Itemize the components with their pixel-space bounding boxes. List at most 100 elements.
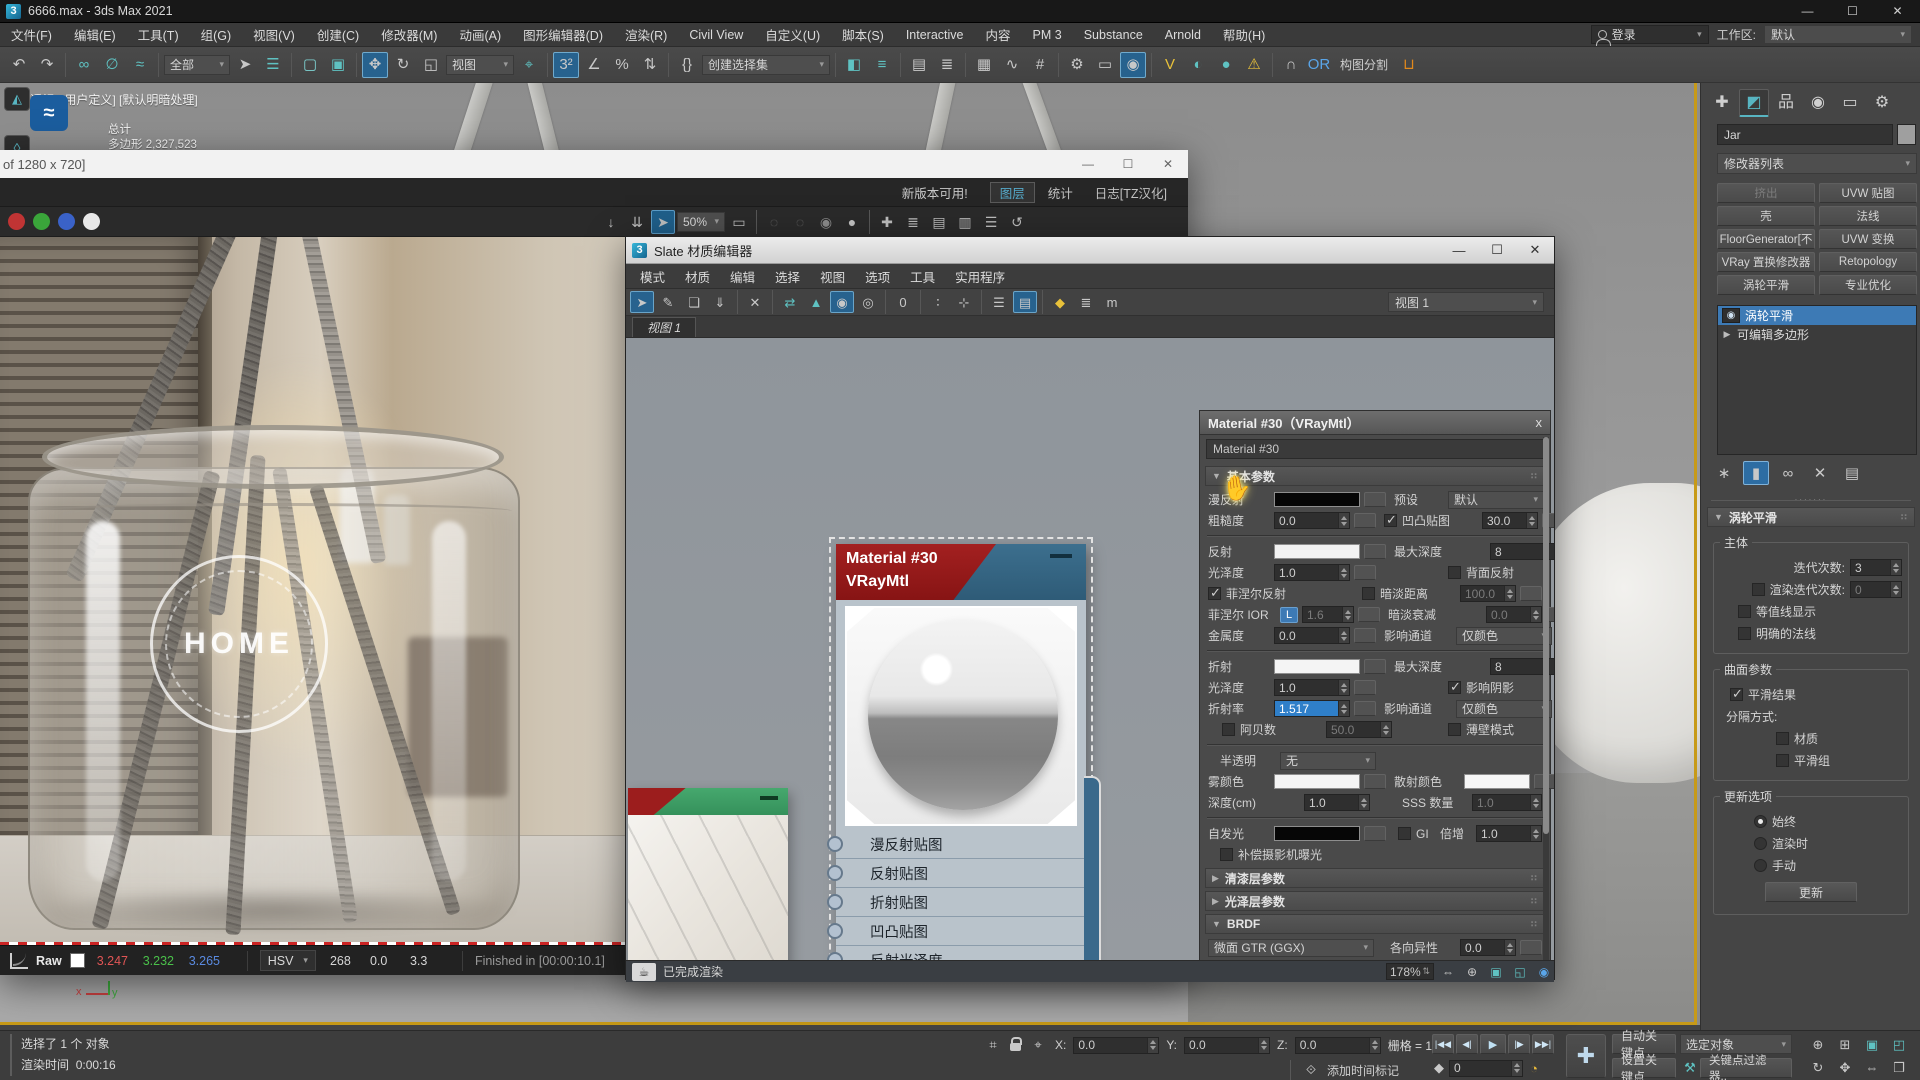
rollout-open-基本参数[interactable]: ▼基本参数∷ (1205, 466, 1545, 486)
color-space-dropdown[interactable]: HSV ▾ (260, 950, 316, 971)
warning-icon[interactable]: ⚠ (1241, 52, 1267, 78)
auto-update-all-icon[interactable]: ◎ (856, 291, 880, 313)
me-view-dropdown[interactable]: 视图 1 ▾ (1388, 292, 1544, 312)
modifier-button-5[interactable]: UVW 变换 (1819, 229, 1917, 249)
menu-item-12[interactable]: 脚本(S) (831, 23, 895, 46)
checkbox-group[interactable]: 背面反射 (1448, 564, 1542, 581)
window-crossing-icon[interactable]: ▣ (325, 52, 351, 78)
dropdown[interactable]: 仅颜色▾ (1456, 627, 1552, 645)
modifier-button-9[interactable]: 专业优化 (1819, 275, 1917, 295)
composition-split-button[interactable]: 构图分割 (1334, 56, 1394, 73)
node-slot-0[interactable]: 漫反射贴图 (836, 830, 1086, 859)
parameter-panel-header[interactable]: Material #30（VRayMtl） x (1200, 411, 1550, 435)
rendered-frame-window-icon[interactable]: ▭ (1092, 52, 1118, 78)
snaps-toggle-icon[interactable]: 3² (553, 52, 579, 78)
pin-stack-icon[interactable]: ∗ (1711, 461, 1737, 485)
hide-unused-slots-icon[interactable]: ☰ (987, 291, 1011, 313)
blue-channel-icon[interactable] (58, 213, 75, 230)
slot-connector-icon[interactable] (827, 894, 843, 910)
stamp-icon[interactable]: ▤ (927, 210, 951, 234)
vfb-title-bar[interactable]: of 1280 x 720] — ☐ ✕ (0, 150, 1188, 178)
maximize-button[interactable]: ☐ (1478, 237, 1516, 263)
checkbox-group[interactable]: 阿贝数 (1222, 721, 1322, 738)
modifier-button-7[interactable]: Retopology (1819, 252, 1917, 272)
update-button[interactable]: 更新 (1765, 882, 1857, 902)
next-frame-button[interactable]: |▶ (1508, 1034, 1530, 1054)
layout-vertical-icon[interactable]: ∶ (926, 291, 950, 313)
lock-ior-button[interactable]: L (1280, 607, 1298, 623)
node-slot-3[interactable]: 凹凸贴图 (836, 917, 1086, 946)
visibility-eye-icon[interactable]: ◉ (1722, 308, 1740, 323)
or-badge-icon[interactable]: OR (1306, 52, 1332, 78)
move-children-icon[interactable]: ⇄ (778, 291, 802, 313)
node-slot-4[interactable]: 反射光泽度. (836, 946, 1086, 960)
map-slot-button[interactable] (1354, 513, 1376, 528)
play-button[interactable]: ▶ (1480, 1034, 1506, 1054)
map-slot-button[interactable] (1364, 826, 1386, 841)
walk-through-icon[interactable]: ✥ (1833, 1057, 1857, 1077)
stack-item-0[interactable]: ◉涡轮平滑 (1718, 306, 1916, 325)
put-to-library-icon[interactable]: ❏ (682, 291, 706, 313)
login-dropdown[interactable]: 登录 ▾ (1591, 25, 1709, 44)
print-icon[interactable]: ▥ (953, 210, 977, 234)
value-spinner[interactable]: 1.0 (1274, 564, 1350, 581)
viewport-plugin-icon[interactable]: ◭ (4, 87, 30, 111)
render-iterative-icon[interactable]: ◐ (1185, 52, 1211, 78)
map-slot-button[interactable] (1520, 940, 1542, 955)
zoom-extents-icon[interactable]: ▣ (1860, 1034, 1884, 1054)
checkbox-group[interactable]: 暗淡距离 (1362, 585, 1456, 602)
menu-item-3[interactable]: 组(G) (190, 23, 243, 46)
value-spinner[interactable]: 0.0 (1274, 512, 1350, 529)
spinner-snap-icon[interactable]: ⇅ (637, 52, 663, 78)
reference-coordinate-dropdown[interactable]: 视图▾ (446, 55, 514, 75)
selection-set-dropdown[interactable]: 选定对象▾ (1680, 1034, 1792, 1054)
time-configuration-icon[interactable]: ◔ (1526, 1058, 1542, 1078)
red-channel-icon[interactable] (8, 213, 25, 230)
maximize-button[interactable]: ☐ (1108, 150, 1148, 178)
value-spinner[interactable]: 50.0 (1326, 721, 1392, 738)
selection-lock-icon[interactable] (1010, 1043, 1021, 1051)
add-time-tag[interactable]: 添加时间标记 (1327, 1062, 1399, 1079)
panel-scrollbar[interactable] (1543, 437, 1549, 960)
title-bar[interactable]: 3 6666.max - 3ds Max 2021 — ☐ ✕ (0, 0, 1920, 23)
align-icon[interactable]: ≡ (869, 52, 895, 78)
map-slot-button[interactable] (1354, 565, 1376, 580)
value-spinner[interactable]: 100.0 (1460, 585, 1516, 602)
render-last-icon[interactable]: ◉ (814, 210, 838, 234)
vfb-tab-2[interactable]: 日志[TZ汉化] (1086, 182, 1176, 203)
render-iterations-field[interactable]: 0 (1850, 581, 1902, 598)
show-controllers-icon[interactable]: 0 (891, 291, 915, 313)
update-preview-icon[interactable]: ▲ (804, 291, 828, 313)
collapse-node-icon[interactable] (760, 796, 778, 800)
menu-item-4[interactable]: 视图(V) (242, 23, 306, 46)
map-slot-button[interactable] (1364, 774, 1386, 789)
set-key-button[interactable]: 设置关键点 (1612, 1058, 1676, 1078)
save-all-channels-icon[interactable]: ⇊ (625, 210, 649, 234)
modifier-button-1[interactable]: UVW 贴图 (1819, 183, 1917, 203)
save-image-icon[interactable]: ↓ (599, 210, 623, 234)
vfb-tab-0[interactable]: 图层 (990, 182, 1035, 203)
render-iterations-checkbox[interactable] (1752, 583, 1765, 596)
collapse-node-icon[interactable] (1050, 554, 1072, 558)
select-and-rotate-icon[interactable]: ↻ (390, 52, 416, 78)
by-material-checkbox[interactable] (1776, 732, 1789, 745)
material-navigator-icon[interactable]: ▤ (1013, 291, 1037, 313)
material-node-header[interactable]: Material #30 VRayMtl (836, 544, 1086, 600)
me-menu-item-0[interactable]: 模式 (630, 264, 675, 288)
texture-map-node[interactable] (628, 788, 788, 960)
tab-hierarchy[interactable]: 品 (1771, 89, 1801, 117)
map-slot-button[interactable] (1354, 628, 1376, 643)
x-coordinate-field[interactable]: 0.0 (1073, 1037, 1159, 1054)
named-selection-dropdown[interactable]: 创建选择集▾ (702, 55, 830, 75)
value-spinner[interactable]: 0.0 (1486, 606, 1542, 623)
material-name-field[interactable]: Material #30 (1206, 439, 1544, 459)
key-filters-button[interactable]: 关键点过滤器.. (1700, 1058, 1792, 1078)
layout-children-icon[interactable]: ⊹ (952, 291, 976, 313)
value-spinner[interactable]: 1.0 (1274, 679, 1350, 696)
modifier-button-4[interactable]: FloorGenerator[不 (1717, 229, 1815, 249)
render-last-icon[interactable]: ● (1213, 52, 1239, 78)
node-output-flap[interactable] (1084, 776, 1101, 960)
modifier-button-2[interactable]: 壳 (1717, 206, 1815, 226)
me-menu-item-3[interactable]: 选择 (765, 264, 810, 288)
dropdown[interactable]: 默认▾ (1448, 491, 1544, 509)
